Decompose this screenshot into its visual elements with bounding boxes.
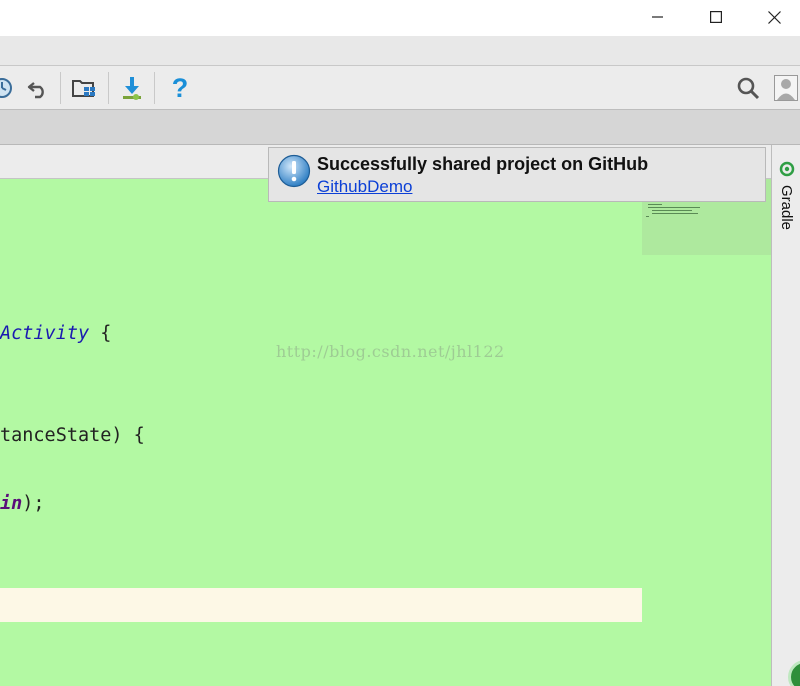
- code-line: Activity {: [0, 320, 111, 348]
- sdk-manager-button[interactable]: [118, 74, 146, 102]
- gradle-label[interactable]: Gradle: [778, 185, 795, 230]
- minimize-button[interactable]: [629, 0, 687, 34]
- class-name-token: Activity: [0, 323, 90, 344]
- title-bar: [0, 0, 800, 36]
- info-icon: [277, 154, 311, 188]
- right-tool-window-bar: Gradle: [771, 145, 800, 686]
- notification-balloon[interactable]: Successfully shared project on GitHub Gi…: [268, 147, 766, 202]
- gradle-icon: [779, 161, 795, 177]
- code-text: tanceState) {: [0, 425, 145, 446]
- history-icon: [0, 78, 12, 98]
- search-everywhere-button[interactable]: [734, 74, 762, 102]
- main-toolbar: ?: [0, 66, 800, 110]
- toolbar-separator: [108, 72, 109, 104]
- menu-bar: [0, 36, 800, 66]
- code-line: in);: [0, 490, 45, 518]
- notification-title: Successfully shared project on GitHub: [317, 154, 649, 174]
- maximize-button[interactable]: [687, 0, 745, 34]
- close-icon: [767, 10, 781, 24]
- code-editor[interactable]: http://blog.csdn.net/jhl122 Activity { t…: [0, 179, 771, 686]
- caret-row-highlight: [0, 588, 642, 622]
- project-structure-button[interactable]: [70, 74, 98, 102]
- help-button[interactable]: ?: [166, 74, 194, 102]
- toolbar-separator: [60, 72, 61, 104]
- field-token: in: [0, 493, 23, 514]
- close-button[interactable]: [745, 0, 800, 34]
- search-icon: [737, 77, 760, 100]
- account-button[interactable]: [772, 74, 800, 102]
- minimize-icon: [652, 16, 663, 18]
- undo-icon: [27, 82, 44, 99]
- undo-button[interactable]: [24, 74, 52, 102]
- sdk-manager-icon: [123, 77, 141, 100]
- navigation-bar: [0, 110, 800, 145]
- avatar-icon: [774, 75, 798, 101]
- code-text: {: [89, 323, 112, 344]
- maximize-icon: [710, 11, 722, 23]
- help-icon: ?: [171, 73, 189, 103]
- project-link[interactable]: GithubDemo: [317, 177, 412, 197]
- history-button[interactable]: [0, 74, 16, 102]
- code-text: );: [22, 493, 45, 514]
- code-line: tanceState) {: [0, 422, 145, 450]
- project-structure-icon: [72, 80, 95, 97]
- watermark-text: http://blog.csdn.net/jhl122: [276, 342, 505, 361]
- toolbar-separator: [154, 72, 155, 104]
